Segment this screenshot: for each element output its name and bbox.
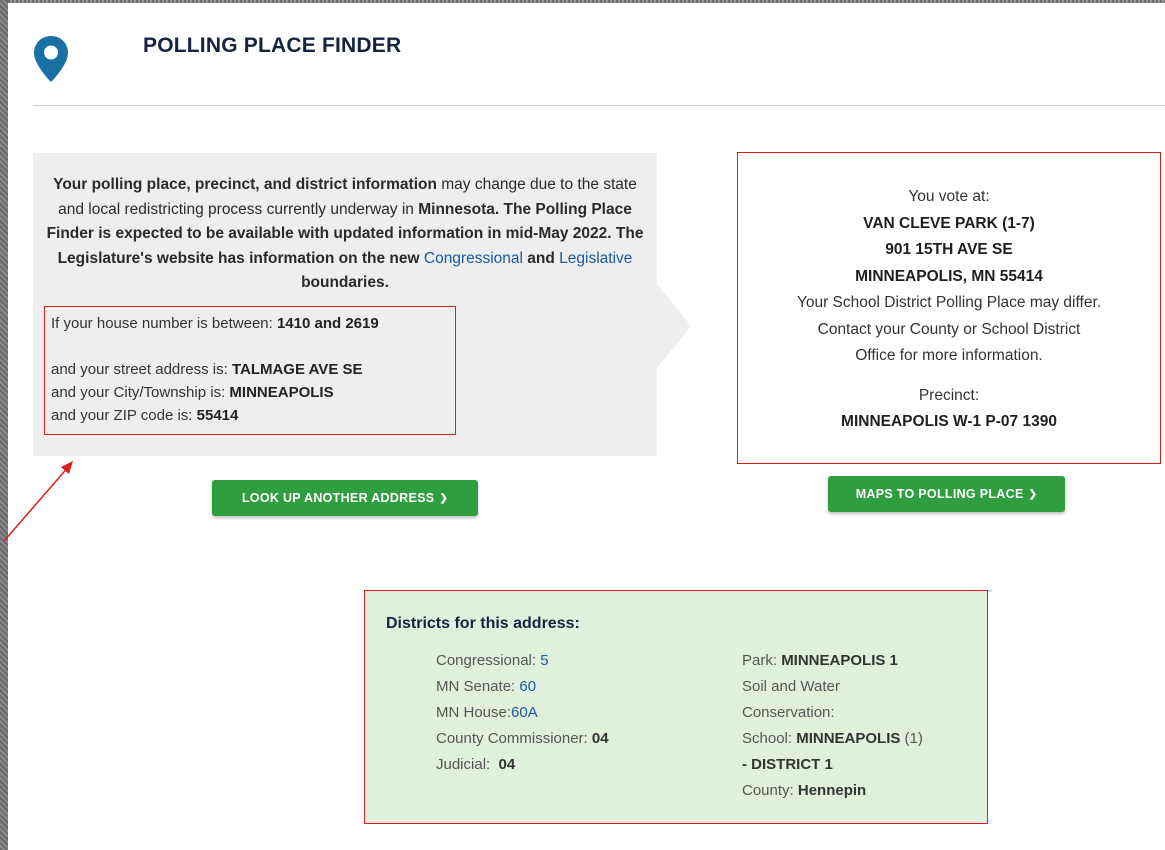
polling-place-name: VAN CLEVE PARK (1-7): [863, 214, 1035, 232]
address-details: If your house number is between: 1410 an…: [44, 306, 456, 435]
senate-label: MN Senate:: [436, 678, 520, 695]
park-value: MINNEAPOLIS 1: [781, 652, 898, 669]
school-number: (1): [900, 730, 923, 747]
look-up-another-address-button[interactable]: LOOK UP ANOTHER ADDRESS ❯: [212, 480, 478, 516]
county-district: County: Hennepin: [742, 778, 923, 804]
page-title: POLLING PLACE FINDER: [143, 34, 402, 57]
contact-note: Contact your County or School District: [817, 320, 1081, 338]
office-note: Office for more information.: [855, 347, 1043, 364]
notice-bold-text: Your polling place, precinct, and distri…: [53, 176, 437, 193]
street-line: and your street address is: TALMAGE AVE …: [51, 358, 455, 381]
notice-and-text: and: [522, 249, 560, 267]
map-pin-icon: [34, 36, 68, 82]
senate-district: MN Senate: 60: [436, 674, 609, 700]
county-commissioner-value: 04: [591, 730, 609, 747]
school-district-note: Your School District Polling Place may d…: [796, 294, 1102, 311]
city-value: MINNEAPOLIS: [229, 384, 334, 401]
polling-place-street: 901 15TH AVE SE: [885, 241, 1013, 258]
school-district: School: MINNEAPOLIS (1): [742, 726, 923, 752]
congressional-link[interactable]: Congressional: [424, 250, 523, 267]
soil-water-line-2: Conservation:: [742, 704, 835, 721]
house-link[interactable]: 60A: [511, 704, 538, 721]
districts-panel: Districts for this address: Congressiona…: [364, 590, 988, 824]
districts-column-right: Park: MINNEAPOLIS 1 Soil and Water Conse…: [742, 648, 923, 804]
zip-label: and your ZIP code is:: [51, 407, 197, 424]
county-commissioner-district: County Commissioner: 04: [436, 726, 609, 752]
street-label: and your street address is:: [51, 361, 232, 378]
county-label: County:: [742, 782, 798, 799]
chevron-right-icon: ❯: [439, 492, 449, 504]
zip-value: 55414: [196, 407, 239, 424]
school-value: MINNEAPOLIS: [796, 730, 901, 747]
notice-end-text: boundaries.: [301, 274, 389, 291]
window-top-frame: [0, 0, 1165, 3]
judicial-label: Judicial:: [436, 756, 499, 773]
info-pointer-arrow: [657, 284, 691, 368]
districts-column-left: Congressional: 5 MN Senate: 60 MN House:…: [436, 648, 609, 778]
congressional-district: Congressional: 5: [436, 648, 609, 674]
street-value: TALMAGE AVE SE: [231, 361, 363, 378]
polling-place-panel: You vote at: VAN CLEVE PARK (1-7) 901 15…: [737, 152, 1161, 464]
legislative-link[interactable]: Legislative: [559, 250, 632, 267]
maps-to-polling-place-button[interactable]: MAPS TO POLLING PLACE ❯: [828, 476, 1065, 512]
judicial-district: Judicial: 04: [436, 752, 609, 778]
county-commissioner-label: County Commissioner:: [436, 730, 592, 747]
city-line: and your City/Township is: MINNEAPOLIS: [51, 381, 455, 404]
house-district: MN House:60A: [436, 700, 609, 726]
congressional-link[interactable]: 5: [540, 652, 548, 669]
redistricting-notice: Your polling place, precinct, and distri…: [43, 173, 647, 296]
city-label: and your City/Township is:: [51, 384, 230, 401]
house-number-label: If your house number is between:: [51, 315, 277, 332]
maps-button-label: MAPS TO POLLING PLACE: [855, 487, 1024, 501]
annotation-arrow: [3, 461, 73, 542]
districts-title: Districts for this address:: [386, 615, 580, 632]
county-value: Hennepin: [797, 782, 867, 799]
house-number-line: If your house number is between: 1410 an…: [51, 312, 455, 335]
precinct-label: Precinct:: [918, 386, 980, 404]
judicial-value: 04: [498, 756, 516, 773]
vote-intro: You vote at:: [908, 188, 990, 205]
polling-place-city: MINNEAPOLIS, MN 55414: [855, 267, 1043, 285]
zip-line: and your ZIP code is: 55414: [51, 404, 455, 427]
park-label: Park:: [742, 652, 782, 669]
school-label: School:: [742, 730, 797, 747]
school-district-value: - DISTRICT 1: [742, 756, 833, 773]
header-divider: [33, 105, 1165, 106]
window-left-frame: [0, 0, 8, 850]
precinct-value: MINNEAPOLIS W-1 P-07 1390: [841, 413, 1057, 430]
look-up-button-label: LOOK UP ANOTHER ADDRESS: [241, 491, 435, 505]
chevron-right-icon: ❯: [1028, 488, 1038, 500]
house-number-range: 1410 and 2619: [276, 315, 379, 332]
park-district: Park: MINNEAPOLIS 1: [742, 648, 923, 674]
senate-link[interactable]: 60: [519, 678, 536, 695]
soil-water-line-1: Soil and Water: [742, 678, 840, 695]
congressional-label: Congressional:: [436, 652, 541, 669]
house-label: MN House:: [436, 704, 512, 721]
